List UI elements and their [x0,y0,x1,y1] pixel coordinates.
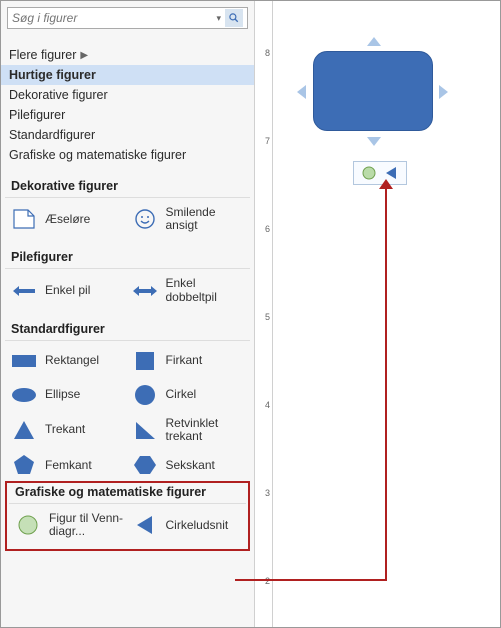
shapes-sections: Dekorative figurer Æseløre Smilende ansi… [1,165,254,627]
app-frame: ▾ Flere figurer ▶ Hurtige figurer Dekora… [0,0,501,628]
autoconnect-arrow-up[interactable] [367,37,381,46]
section-arrows: Pilefigurer Enkel pil Enkel dobbeltpil [5,250,250,307]
rounded-rectangle-shape[interactable] [313,51,433,131]
highlighted-section: Grafiske og matematiske figurer Figur ti… [5,481,250,550]
shape-dog-ear[interactable]: Æseløre [7,202,128,236]
venn-icon [15,513,41,537]
smiley-icon [132,207,158,231]
autoconnect-arrow-right[interactable] [439,85,448,99]
section-decorative: Dekorative figurer Æseløre Smilende ansi… [5,179,250,236]
circle-icon [132,383,158,407]
more-shapes-row[interactable]: Flere figurer ▶ [1,45,254,65]
vertical-ruler: 8 7 6 5 4 3 2 [255,1,273,627]
double-arrow-icon [132,279,158,303]
pentagon-icon [11,453,37,477]
chevron-right-icon: ▶ [80,50,88,61]
shape-venn[interactable]: Figur til Venn-diagr... [11,508,128,542]
dog-ear-icon [11,207,37,231]
search-dropdown-icon[interactable]: ▾ [214,13,223,24]
category-arrows[interactable]: Pilefigurer [1,105,254,125]
section-header: Grafiske og matematiske figurer [9,485,246,504]
category-standard[interactable]: Standardfigurer [1,125,254,145]
category-decorative[interactable]: Dekorative figurer [1,85,254,105]
shape-simple-arrow[interactable]: Enkel pil [7,273,128,307]
shape-hexagon[interactable]: Sekskant [128,449,249,481]
section-standard: Standardfigurer Rektangel Firkant Ellips… [5,322,250,481]
section-header: Pilefigurer [5,250,250,269]
shape-pie-slice[interactable]: Cirkeludsnit [128,508,245,542]
ruler-tick: 7 [265,136,270,146]
ruler-tick: 3 [265,488,270,498]
shape-square[interactable]: Firkant [128,345,249,377]
right-triangle-icon [132,418,158,442]
category-list: Flere figurer ▶ Hurtige figurer Dekorati… [1,45,254,165]
search-icon [228,12,240,24]
pie-slice-icon [132,513,158,537]
popup-pie-slice-icon[interactable] [384,166,398,180]
drawing-canvas[interactable] [273,1,500,627]
simple-arrow-icon [11,279,37,303]
shape-pentagon[interactable]: Femkant [7,449,128,481]
ellipse-icon [11,383,37,407]
shape-smiley[interactable]: Smilende ansigt [128,202,249,236]
shape-ellipse[interactable]: Ellipse [7,379,128,411]
search-input[interactable] [12,11,214,25]
search-button[interactable] [225,9,243,27]
section-header: Standardfigurer [5,322,250,341]
category-math[interactable]: Grafiske og matematiske figurer [1,145,254,165]
autoconnect-arrow-left[interactable] [297,85,306,99]
search-container: ▾ [7,7,248,29]
section-math: Grafiske og matematiske figurer Figur ti… [9,485,246,542]
rectangle-icon [11,349,37,373]
shape-rectangle[interactable]: Rektangel [7,345,128,377]
callout-line-horizontal [235,579,387,581]
triangle-icon [11,418,37,442]
shape-triangle[interactable]: Trekant [7,413,128,447]
ruler-tick: 5 [265,312,270,322]
section-header: Dekorative figurer [5,179,250,198]
shape-circle[interactable]: Cirkel [128,379,249,411]
callout-line-vertical [385,181,387,581]
autoconnect-arrow-down[interactable] [367,137,381,146]
hexagon-icon [132,453,158,477]
ruler-tick: 4 [265,400,270,410]
square-icon [132,349,158,373]
ruler-tick: 6 [265,224,270,234]
shapes-panel: ▾ Flere figurer ▶ Hurtige figurer Dekora… [1,1,255,627]
shape-double-arrow[interactable]: Enkel dobbeltpil [128,273,249,307]
ruler-tick: 2 [265,576,270,586]
ruler-tick: 8 [265,48,270,58]
popup-venn-icon[interactable] [362,166,376,180]
shape-right-triangle[interactable]: Retvinklet trekant [128,413,249,447]
category-quick-shapes[interactable]: Hurtige figurer [1,65,254,85]
